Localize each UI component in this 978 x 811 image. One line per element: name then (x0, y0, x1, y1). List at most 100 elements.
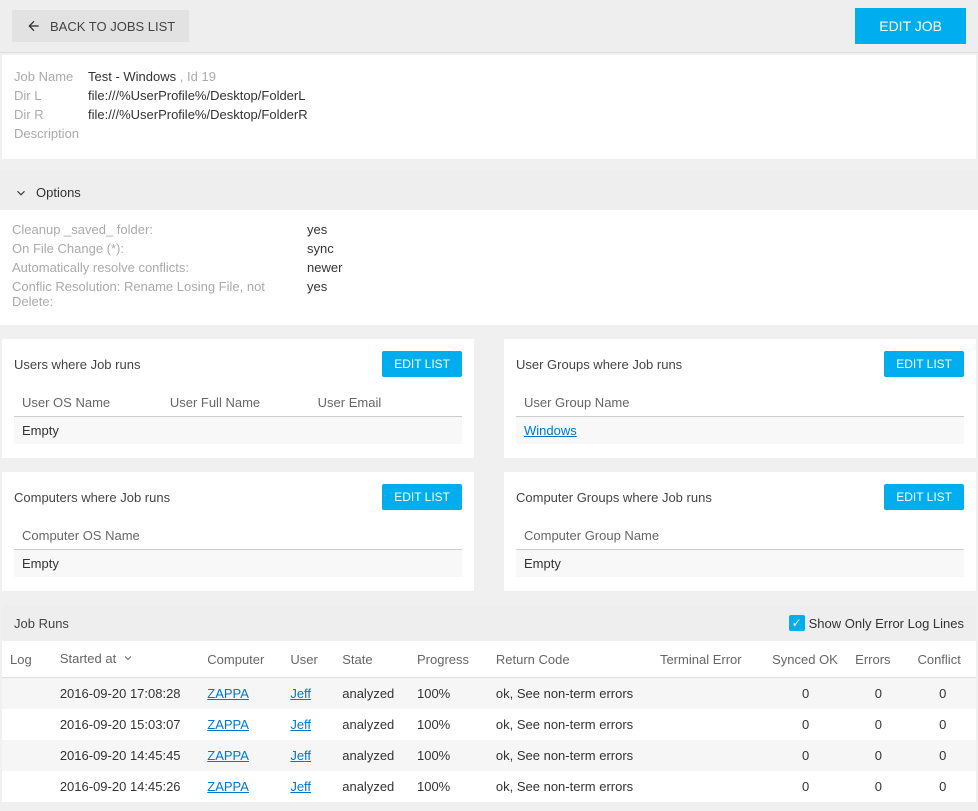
run-log-cell (2, 709, 52, 740)
run-returncode-cell: ok, See non-term errors (488, 771, 652, 802)
show-errors-label: Show Only Error Log Lines (809, 616, 964, 631)
run-conflict-cell: 0 (909, 740, 976, 771)
run-log-cell (2, 771, 52, 802)
job-name-value: Test - Windows , Id 19 (88, 69, 216, 84)
back-to-jobs-button[interactable]: BACK TO JOBS LIST (12, 10, 189, 42)
run-user-link[interactable]: Jeff (290, 748, 311, 763)
run-conflict-cell: 0 (909, 771, 976, 802)
run-progress-cell: 100% (409, 771, 488, 802)
opt-onfile-label: On File Change (*): (12, 241, 307, 256)
run-terminalerror-cell (652, 678, 764, 710)
computers-col-name[interactable]: Computer OS Name (14, 522, 462, 550)
runs-col-conflict[interactable]: Conflict (909, 641, 976, 678)
usergroups-edit-list-button[interactable]: EDIT LIST (884, 351, 964, 377)
run-returncode-cell: ok, See non-term errors (488, 740, 652, 771)
run-syncedok-cell: 0 (764, 678, 847, 710)
runs-col-log[interactable]: Log (2, 641, 52, 678)
dirr-value: file:///%UserProfile%/Desktop/FolderR (88, 107, 308, 122)
table-row[interactable]: 2016-09-20 15:03:07 ZAPPA Jeff analyzed100%… (2, 709, 976, 740)
runs-col-user[interactable]: User (282, 641, 334, 678)
table-row: Empty (14, 550, 462, 578)
run-terminalerror-cell (652, 740, 764, 771)
table-row: Windows (516, 417, 964, 445)
run-computer-link[interactable]: ZAPPA (207, 779, 249, 794)
runs-col-errors[interactable]: Errors (847, 641, 909, 678)
run-state-cell: analyzed (334, 740, 409, 771)
computers-table: Computer OS Name Empty (14, 522, 462, 577)
run-returncode-cell: ok, See non-term errors (488, 709, 652, 740)
run-conflict-cell: 0 (909, 709, 976, 740)
opt-autoresolve-value: newer (307, 260, 342, 275)
run-state-cell: analyzed (334, 771, 409, 802)
run-terminalerror-cell (652, 709, 764, 740)
job-runs-table: Log Started at Computer User State Progr… (2, 641, 976, 802)
users-col-email[interactable]: User Email (310, 389, 462, 417)
dirr-label: Dir R (14, 107, 88, 122)
users-col-os[interactable]: User OS Name (14, 389, 162, 417)
users-card-title: Users where Job runs (14, 357, 140, 372)
dirl-label: Dir L (14, 88, 88, 103)
back-label: BACK TO JOBS LIST (50, 19, 175, 34)
users-empty-cell: Empty (14, 417, 162, 445)
chevron-down-icon (14, 186, 28, 200)
run-user-link[interactable]: Jeff (290, 779, 311, 794)
run-progress-cell: 100% (409, 740, 488, 771)
runs-col-progress[interactable]: Progress (409, 641, 488, 678)
table-row: Empty (516, 550, 964, 578)
table-row[interactable]: 2016-09-20 14:45:26 ZAPPA Jeff analyzed100%… (2, 771, 976, 802)
run-log-cell (2, 678, 52, 710)
run-errors-cell: 0 (847, 771, 909, 802)
run-started-cell: 2016-09-20 17:08:28 (52, 678, 199, 710)
edit-job-button[interactable]: EDIT JOB (855, 8, 966, 44)
users-col-full[interactable]: User Full Name (162, 389, 310, 417)
table-row[interactable]: 2016-09-20 14:45:45 ZAPPA Jeff analyzed100%… (2, 740, 976, 771)
runs-col-returncode[interactable]: Return Code (488, 641, 652, 678)
usergroups-card-title: User Groups where Job runs (516, 357, 682, 372)
computers-card-title: Computers where Job runs (14, 490, 170, 505)
options-header-label: Options (36, 185, 81, 200)
job-name-label: Job Name (14, 69, 88, 84)
opt-onfile-value: sync (307, 241, 334, 256)
usergroup-link-windows[interactable]: Windows (524, 423, 577, 438)
run-computer-link[interactable]: ZAPPA (207, 748, 249, 763)
computergroups-empty-cell: Empty (516, 550, 964, 578)
run-started-cell: 2016-09-20 14:45:26 (52, 771, 199, 802)
opt-autoresolve-label: Automatically resolve conflicts: (12, 260, 307, 275)
run-user-link[interactable]: Jeff (290, 717, 311, 732)
computergroups-col-name[interactable]: Computer Group Name (516, 522, 964, 550)
run-progress-cell: 100% (409, 678, 488, 710)
usergroups-col-name[interactable]: User Group Name (516, 389, 964, 417)
computers-edit-list-button[interactable]: EDIT LIST (382, 484, 462, 510)
computers-empty-cell: Empty (14, 550, 462, 578)
run-user-link[interactable]: Jeff (290, 686, 311, 701)
run-log-cell (2, 740, 52, 771)
users-edit-list-button[interactable]: EDIT LIST (382, 351, 462, 377)
runs-col-syncedok[interactable]: Synced OK (764, 641, 847, 678)
run-state-cell: analyzed (334, 709, 409, 740)
run-started-cell: 2016-09-20 14:45:45 (52, 740, 199, 771)
computergroups-edit-list-button[interactable]: EDIT LIST (884, 484, 964, 510)
run-conflict-cell: 0 (909, 678, 976, 710)
computergroups-card: Computer Groups where Job runs EDIT LIST… (504, 472, 976, 591)
opt-cleanup-value: yes (307, 222, 327, 237)
options-body: Cleanup _saved_ folder:yes On File Chang… (0, 210, 978, 325)
computers-card: Computers where Job runs EDIT LIST Compu… (2, 472, 474, 591)
runs-col-computer[interactable]: Computer (199, 641, 282, 678)
users-card: Users where Job runs EDIT LIST User OS N… (2, 339, 474, 458)
run-computer-link[interactable]: ZAPPA (207, 686, 249, 701)
runs-col-terminalerror[interactable]: Terminal Error (652, 641, 764, 678)
description-label: Description (14, 126, 88, 141)
arrow-left-icon (26, 18, 42, 34)
runs-col-started[interactable]: Started at (52, 641, 199, 678)
run-progress-cell: 100% (409, 709, 488, 740)
opt-conflict-value: yes (307, 279, 327, 309)
table-row: Empty (14, 417, 462, 445)
show-errors-checkbox-wrap[interactable]: ✓ Show Only Error Log Lines (789, 615, 964, 631)
run-errors-cell: 0 (847, 740, 909, 771)
run-started-cell: 2016-09-20 15:03:07 (52, 709, 199, 740)
run-computer-link[interactable]: ZAPPA (207, 717, 249, 732)
runs-col-state[interactable]: State (334, 641, 409, 678)
options-toggle[interactable]: Options (0, 171, 978, 210)
run-state-cell: analyzed (334, 678, 409, 710)
table-row[interactable]: 2016-09-20 17:08:28 ZAPPA Jeff analyzed100%… (2, 678, 976, 710)
